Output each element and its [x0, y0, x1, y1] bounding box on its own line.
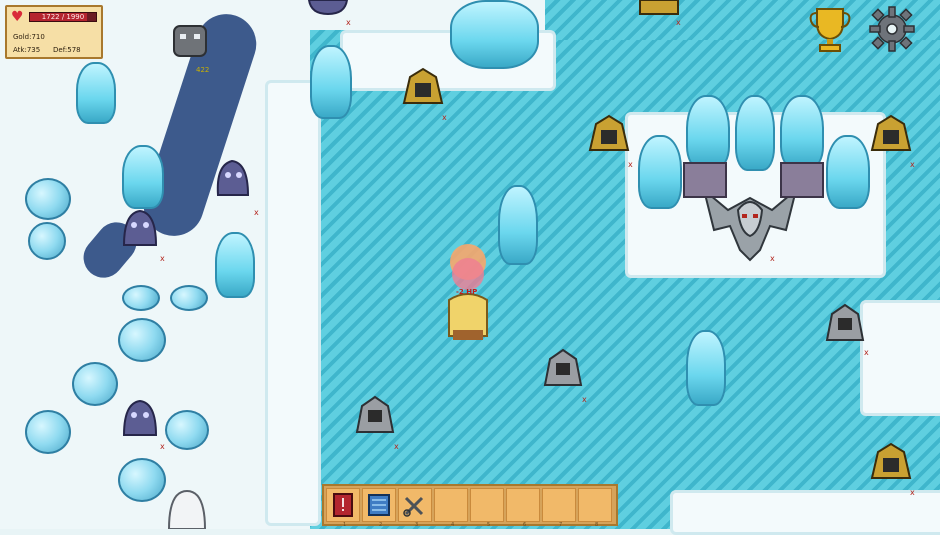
white-ghost-enemy[interactable]	[165, 487, 209, 529]
x-marker: x	[394, 442, 399, 451]
ice-tree	[686, 330, 726, 406]
x-marker: x	[628, 160, 633, 169]
x-marker: x	[770, 254, 775, 263]
defense-stat: Def:578	[53, 46, 81, 54]
x-marker: x	[582, 395, 587, 404]
snow-bush	[170, 285, 208, 311]
boss-treasure-right[interactable]	[780, 162, 824, 198]
ice-tree	[735, 95, 775, 171]
x-marker: x	[676, 18, 681, 27]
snow-bush	[165, 410, 209, 450]
slot-number: 8	[595, 522, 599, 528]
hotbar-slot-3[interactable]: 3	[398, 488, 432, 528]
x-marker: x	[910, 488, 915, 497]
slot-number: 3	[415, 522, 419, 528]
snow-bush	[72, 362, 118, 406]
hotbar-slot-5[interactable]: 5	[470, 488, 504, 528]
trophy-icon[interactable]	[807, 5, 853, 55]
snow-bush	[25, 410, 71, 454]
hotbar-slot-4[interactable]: 4	[434, 488, 468, 528]
snow-bush	[122, 285, 160, 311]
x-marker: x	[442, 113, 447, 122]
x-marker: x	[346, 18, 351, 27]
slot-number: 6	[523, 522, 527, 528]
golden-guard-enemy[interactable]	[586, 112, 632, 158]
ice-tree	[638, 135, 682, 209]
health-text: 1722 / 1990	[41, 13, 85, 21]
heart-icon: ♥	[11, 9, 24, 25]
snow-bank-bottom-right	[670, 490, 940, 535]
ice-tree	[498, 185, 538, 265]
snow-bank-left	[265, 80, 321, 526]
slot-number: 2	[379, 522, 383, 528]
ice-tree	[76, 62, 116, 124]
golden-guard-enemy[interactable]	[636, 0, 682, 18]
gold-stat: Gold:710	[13, 33, 45, 41]
player-stats-panel: ♥ 1722 / 1990 Gold:710 Atk:735 Def:578	[5, 5, 103, 59]
iron-knight-enemy[interactable]	[352, 392, 398, 438]
ice-tree	[215, 232, 255, 298]
slot-number: 4	[451, 522, 455, 528]
x-marker: x	[160, 254, 165, 263]
hotbar-slot-6[interactable]: 6	[506, 488, 540, 528]
shadow-imp-enemy[interactable]	[212, 155, 254, 201]
game-world[interactable]: -2 HP 422 x x x x x x x x x x x x x	[0, 0, 940, 535]
x-marker: x	[864, 348, 869, 357]
ice-tree	[450, 0, 539, 69]
shears-icon	[403, 496, 424, 517]
blue-map-icon	[368, 494, 390, 516]
iron-knight-enemy[interactable]	[540, 345, 586, 391]
red-book-icon	[333, 493, 353, 517]
snow-bush	[28, 222, 66, 260]
ice-tree	[310, 45, 352, 119]
golden-guard-enemy[interactable]	[400, 65, 446, 111]
slot-number: 1	[343, 522, 347, 528]
gear-icon[interactable]	[868, 5, 916, 53]
boss-treasure-left[interactable]	[683, 162, 727, 198]
attack-stat: Atk:735	[13, 46, 41, 54]
ice-tree	[686, 95, 730, 169]
snow-bush	[118, 318, 166, 362]
shadow-imp-enemy[interactable]	[118, 395, 162, 439]
ice-tree	[122, 145, 164, 209]
slot-number: 7	[559, 522, 563, 528]
ice-tree	[826, 135, 870, 209]
hotbar-slot-2[interactable]: 2	[362, 488, 396, 528]
snow-bush	[25, 178, 71, 220]
x-marker: x	[254, 208, 259, 217]
hotbar-slot-7[interactable]: 7	[542, 488, 576, 528]
snow-bush	[118, 458, 166, 502]
hotbar-slot-1[interactable]: 1	[326, 488, 360, 528]
slot-number: 5	[487, 522, 491, 528]
hotbar-slot-8[interactable]: 8	[578, 488, 612, 528]
stone-golem-enemy[interactable]	[168, 18, 212, 62]
shadow-imp-enemy[interactable]	[305, 0, 351, 16]
inventory-hotbar: 1 2 3 4 5 6 7 8	[322, 484, 618, 528]
golden-guard-enemy[interactable]	[868, 440, 914, 486]
golden-guard-enemy[interactable]	[868, 112, 914, 158]
iron-knight-enemy[interactable]	[822, 300, 868, 346]
health-bar: 1722 / 1990	[29, 12, 97, 22]
snow-bank-right	[860, 300, 940, 416]
ice-tree	[780, 95, 824, 169]
shadow-imp-enemy[interactable]	[118, 205, 162, 249]
floating-number: 422	[196, 66, 210, 74]
x-marker: x	[160, 442, 165, 451]
x-marker: x	[910, 160, 915, 169]
damage-popup: -2 HP	[456, 288, 478, 296]
